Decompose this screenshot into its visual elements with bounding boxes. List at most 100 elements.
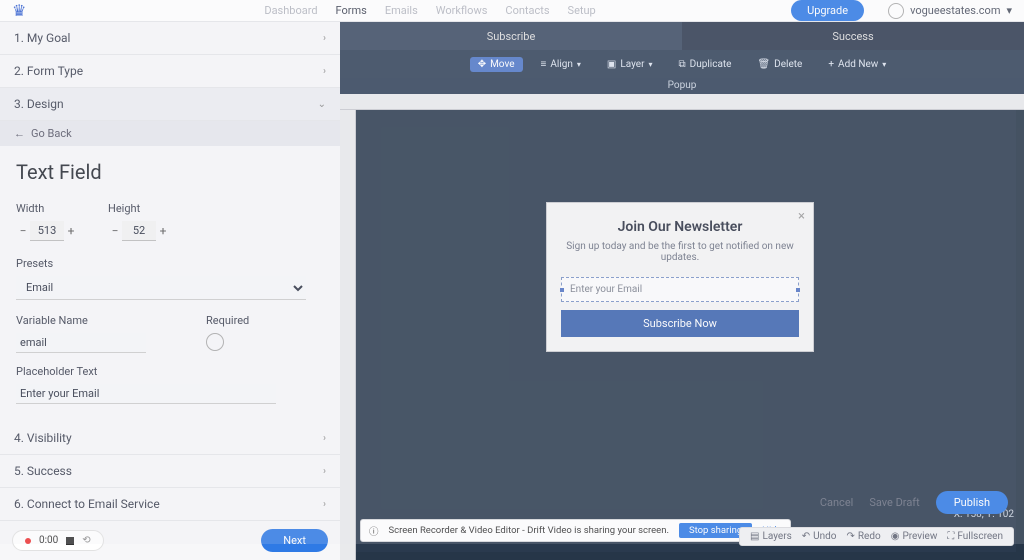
chevron-right-icon: › bbox=[323, 466, 326, 477]
ruler-vertical bbox=[340, 110, 356, 560]
layers-button[interactable]: ▤ Layers bbox=[750, 531, 792, 542]
next-button[interactable]: Next bbox=[261, 529, 328, 552]
nav-workflows[interactable]: Workflows bbox=[436, 4, 488, 17]
left-sidebar: 1. My Goal› 2. Form Type› 3. Design⌄ ←Go… bbox=[0, 22, 340, 560]
tool-delete[interactable]: 🗑Delete bbox=[749, 57, 810, 72]
info-icon: ⓘ bbox=[369, 524, 379, 538]
canvas-toolbar: ✥Move ≡Align▾ ▣Layer▾ ⧉Duplicate 🗑Delete… bbox=[340, 50, 1024, 78]
canvas-column: Subscribe Success ✥Move ≡Align▾ ▣Layer▾ … bbox=[340, 22, 1024, 560]
layer-icon: ▣ bbox=[607, 59, 616, 70]
chevron-down-icon: ▾ bbox=[1006, 4, 1012, 17]
duplicate-icon: ⧉ bbox=[679, 59, 686, 70]
trash-icon[interactable]: ⟲ bbox=[82, 535, 90, 546]
height-label: Height bbox=[108, 202, 170, 215]
height-minus-button[interactable]: − bbox=[108, 221, 122, 241]
site-name: vogueestates.com bbox=[910, 4, 1000, 17]
width-stepper[interactable]: − + bbox=[16, 221, 78, 241]
upgrade-button[interactable]: Upgrade bbox=[791, 0, 864, 21]
site-dropdown[interactable]: vogueestates.com ▾ bbox=[888, 3, 1012, 19]
nav-contacts[interactable]: Contacts bbox=[505, 4, 549, 17]
chevron-right-icon: › bbox=[323, 33, 326, 44]
nav-setup[interactable]: Setup bbox=[568, 4, 596, 17]
undo-button[interactable]: ↶ Undo bbox=[802, 531, 837, 542]
step-form-type[interactable]: 2. Form Type› bbox=[0, 55, 340, 88]
top-nav: Dashboard Forms Emails Workflows Contact… bbox=[264, 4, 595, 17]
arrow-left-icon: ← bbox=[14, 127, 25, 140]
stage[interactable]: × Join Our Newsletter Sign up today and … bbox=[356, 110, 1016, 552]
chevron-right-icon: › bbox=[323, 499, 326, 510]
recording-pill[interactable]: 0:00 ⟲ bbox=[12, 530, 104, 551]
chevron-down-icon: ▾ bbox=[577, 60, 581, 69]
top-bar: ♛ Dashboard Forms Emails Workflows Conta… bbox=[0, 0, 1024, 22]
height-input[interactable] bbox=[122, 221, 156, 241]
popup-subscribe-button[interactable]: Subscribe Now bbox=[561, 310, 799, 337]
nav-forms[interactable]: Forms bbox=[336, 4, 367, 17]
canvas[interactable]: Popup × Join Our Newsletter Sign up toda… bbox=[340, 78, 1024, 560]
step-connect-email[interactable]: 6. Connect to Email Service› bbox=[0, 488, 340, 521]
step-success[interactable]: 5. Success› bbox=[0, 455, 340, 488]
popup-email-field[interactable]: Enter your Email bbox=[561, 277, 799, 302]
chevron-down-icon: ▾ bbox=[649, 60, 653, 69]
tool-add-new[interactable]: +Add New▾ bbox=[820, 57, 894, 72]
account-avatar-icon bbox=[888, 3, 904, 19]
sidebar-footer: 0:00 ⟲ Next bbox=[0, 521, 340, 560]
tool-duplicate[interactable]: ⧉Duplicate bbox=[671, 57, 740, 72]
height-stepper[interactable]: − + bbox=[108, 221, 170, 241]
step-design[interactable]: 3. Design⌄ bbox=[0, 88, 340, 121]
crown-icon: ♛ bbox=[12, 1, 26, 20]
height-plus-button[interactable]: + bbox=[156, 221, 170, 241]
chevron-right-icon: › bbox=[323, 66, 326, 77]
chevron-down-icon: ⌄ bbox=[318, 99, 326, 110]
width-minus-button[interactable]: − bbox=[16, 221, 30, 241]
presets-select[interactable]: Email bbox=[16, 276, 306, 300]
popup-subtext: Sign up today and be the first to get no… bbox=[561, 241, 799, 263]
share-message: Screen Recorder & Video Editor - Drift V… bbox=[389, 525, 669, 536]
preview-button[interactable]: ◉ Preview bbox=[891, 531, 938, 542]
canvas-title: Popup bbox=[340, 78, 1024, 94]
plus-icon: + bbox=[828, 59, 834, 70]
varname-input[interactable] bbox=[16, 333, 146, 353]
width-plus-button[interactable]: + bbox=[64, 221, 78, 241]
placeholder-label: Placeholder Text bbox=[16, 365, 324, 378]
align-icon: ≡ bbox=[541, 59, 547, 70]
required-label: Required bbox=[206, 314, 249, 327]
cancel-button[interactable]: Cancel bbox=[820, 496, 853, 509]
nav-dashboard[interactable]: Dashboard bbox=[264, 4, 317, 17]
placeholder-input[interactable] bbox=[16, 384, 276, 404]
close-icon[interactable]: × bbox=[798, 209, 805, 224]
fullscreen-button[interactable]: ⛶ Fullscreen bbox=[947, 531, 1003, 542]
publish-button[interactable]: Publish bbox=[936, 491, 1008, 514]
panel-title: Text Field bbox=[16, 160, 324, 184]
redo-button[interactable]: ↷ Redo bbox=[847, 531, 881, 542]
chevron-down-icon: ▾ bbox=[882, 60, 886, 69]
go-back-link[interactable]: ←Go Back bbox=[0, 121, 340, 146]
width-label: Width bbox=[16, 202, 78, 215]
popup-heading: Join Our Newsletter bbox=[561, 219, 799, 235]
chevron-right-icon: › bbox=[323, 433, 326, 444]
step-my-goal[interactable]: 1. My Goal› bbox=[0, 22, 340, 55]
ruler-horizontal bbox=[340, 94, 1024, 110]
stage-footer-tools: ▤ Layers ↶ Undo ↷ Redo ◉ Preview ⛶ Fulls… bbox=[739, 527, 1014, 546]
design-panel: Text Field Width − + Height − bbox=[0, 146, 340, 422]
global-action-bar: Cancel Save Draft Publish bbox=[820, 491, 1008, 514]
move-icon: ✥ bbox=[478, 59, 486, 70]
tool-layer[interactable]: ▣Layer▾ bbox=[599, 57, 661, 72]
width-input[interactable] bbox=[30, 221, 64, 241]
tab-success[interactable]: Success bbox=[682, 22, 1024, 50]
step-visibility[interactable]: 4. Visibility› bbox=[0, 422, 340, 455]
tab-subscribe[interactable]: Subscribe bbox=[340, 22, 682, 50]
varname-label: Variable Name bbox=[16, 314, 146, 327]
rec-time: 0:00 bbox=[39, 535, 58, 546]
trash-icon: 🗑 bbox=[757, 59, 770, 70]
presets-label: Presets bbox=[16, 257, 324, 270]
stop-icon[interactable] bbox=[66, 537, 74, 545]
screen-share-notice: ⓘ Screen Recorder & Video Editor - Drift… bbox=[360, 519, 791, 542]
canvas-tabs: Subscribe Success bbox=[340, 22, 1024, 50]
newsletter-popup[interactable]: × Join Our Newsletter Sign up today and … bbox=[546, 202, 814, 352]
tool-align[interactable]: ≡Align▾ bbox=[533, 57, 589, 72]
nav-emails[interactable]: Emails bbox=[385, 4, 418, 17]
record-dot-icon bbox=[25, 538, 31, 544]
save-draft-button[interactable]: Save Draft bbox=[869, 496, 919, 509]
tool-move[interactable]: ✥Move bbox=[470, 57, 523, 72]
required-toggle[interactable] bbox=[206, 333, 224, 351]
